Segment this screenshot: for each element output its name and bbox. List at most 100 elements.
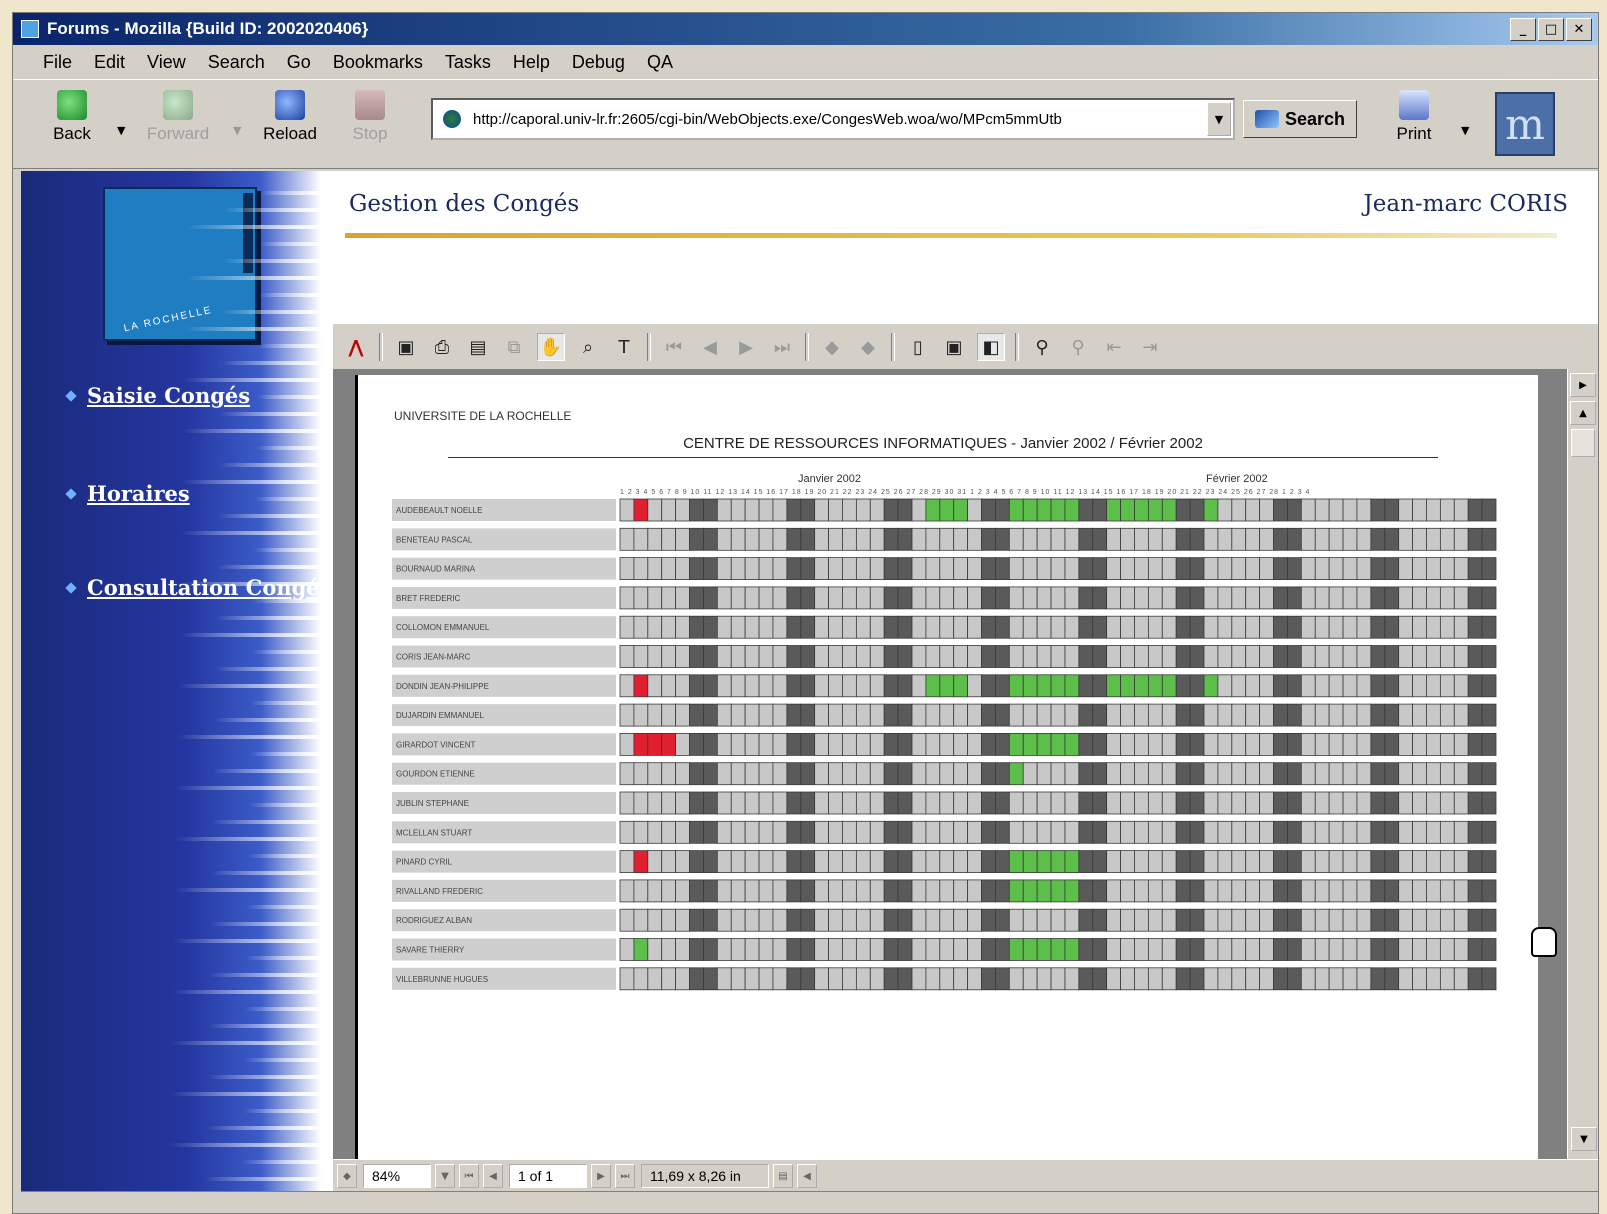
calendar-day-cell (1314, 908, 1330, 932)
zoom-out-icon[interactable]: ◆ (337, 1164, 357, 1188)
page-number-field[interactable]: 1 of 1 (509, 1164, 587, 1188)
stop-button[interactable]: Stop (335, 90, 405, 144)
calendar-day-cell (689, 850, 704, 874)
calendar-day-cell (800, 938, 816, 961)
back-history-dropdown[interactable]: ▼ (117, 124, 125, 137)
calendar-day-cell (1022, 967, 1038, 991)
back-button[interactable]: Back (37, 90, 107, 144)
calendar-day-cell (703, 527, 718, 551)
scrollbar-thumb[interactable] (1571, 429, 1595, 457)
search-index-icon[interactable]: ⚲ (1065, 334, 1091, 360)
calendar-day-cell (758, 703, 774, 727)
save-icon[interactable]: ▣ (393, 334, 419, 360)
maximize-button[interactable]: □ (1538, 18, 1564, 41)
status-last-page-icon[interactable]: ⏭ (615, 1164, 635, 1188)
status-next-page-icon[interactable]: ▶ (591, 1164, 611, 1188)
print-dropdown[interactable]: ▼ (1461, 124, 1469, 137)
calendar-day-cell (1370, 820, 1386, 844)
menu-search[interactable]: Search (208, 52, 265, 73)
scroll-down-arrow-icon[interactable]: ▼ (1571, 1127, 1597, 1151)
fit-in-window-icon[interactable]: ▣ (941, 334, 967, 360)
status-previous-page-icon[interactable]: ◀ (483, 1164, 503, 1188)
calendar-day-cell (1120, 557, 1135, 581)
find-icon[interactable]: ⚲ (1029, 334, 1055, 360)
menu-debug[interactable]: Debug (572, 52, 625, 73)
previous-page-icon[interactable]: ◀ (697, 334, 723, 360)
calendar-day-cell (1036, 527, 1052, 551)
forward-button[interactable]: Forward (143, 90, 213, 144)
url-input[interactable] (471, 109, 1195, 129)
menu-edit[interactable]: Edit (94, 52, 125, 73)
show-navigation-pane-icon[interactable]: ▤ (465, 334, 491, 360)
web-link-icon[interactable]: ⇤ (1101, 334, 1127, 360)
web-capture-icon[interactable]: ⇥ (1137, 334, 1163, 360)
calendar-day-cell (1064, 791, 1080, 815)
url-bar[interactable] (431, 98, 1235, 140)
calendar-day-cell (1217, 527, 1233, 551)
calendar-day-cell (1453, 732, 1469, 756)
zoom-dropdown-icon[interactable]: ▼ (435, 1164, 455, 1188)
calendar-day-cell (1300, 557, 1316, 581)
calendar-day-cell (1120, 615, 1135, 639)
first-page-icon[interactable]: ⏮ (661, 334, 687, 360)
scroll-left-icon[interactable]: ◀ (797, 1164, 817, 1188)
calendar-day-cell (981, 674, 996, 698)
go-forward-icon[interactable]: ◆ (855, 334, 881, 360)
next-page-arrow-icon[interactable]: ▶ (1570, 373, 1596, 397)
menu-file[interactable]: File (43, 52, 72, 73)
employee-name: MCLELLAN STUART (396, 828, 472, 837)
calendar-day-cell (1328, 586, 1344, 610)
calendar-day-cell (1078, 879, 1094, 903)
status-first-page-icon[interactable]: ⏮ (459, 1164, 479, 1188)
hand-tool-icon[interactable]: ✋ (537, 333, 565, 361)
text-select-tool-icon[interactable]: T (611, 334, 637, 360)
employee-name: BENETEAU PASCAL (396, 535, 473, 544)
employee-name: BRET FREDERIC (396, 594, 461, 603)
menu-help[interactable]: Help (513, 52, 550, 73)
calendar-day-cell (689, 820, 704, 844)
calendar-day-cell (995, 732, 1010, 756)
print-icon[interactable]: ⎙ (429, 334, 455, 360)
page-layout-icon[interactable]: ▤ (773, 1164, 793, 1188)
calendar-day-cell (953, 674, 969, 698)
next-page-icon[interactable]: ▶ (733, 334, 759, 360)
url-history-dropdown[interactable]: ▼ (1207, 102, 1231, 136)
calendar-day-cell (1467, 938, 1483, 961)
calendar-day-cell (1453, 938, 1469, 961)
actual-size-icon[interactable]: ▯ (905, 334, 931, 360)
calendar-day-cell (1356, 557, 1372, 581)
menu-go[interactable]: Go (287, 52, 311, 73)
calendar-day-cell (647, 908, 663, 932)
go-back-icon[interactable]: ◆ (819, 334, 845, 360)
zoom-tool-icon[interactable]: ⌕ (575, 334, 601, 360)
calendar-day-cell (1300, 938, 1316, 961)
minimize-button[interactable]: _ (1510, 18, 1536, 41)
calendar-day-cell (758, 645, 774, 668)
forward-history-dropdown[interactable]: ▼ (233, 124, 241, 137)
print-button[interactable]: Print (1379, 90, 1449, 144)
zoom-field[interactable]: 84% (363, 1164, 431, 1188)
last-page-icon[interactable]: ⏭ (769, 334, 795, 360)
calendar-day-cell (1412, 732, 1427, 756)
scroll-up-arrow-icon[interactable]: ▲ (1570, 401, 1596, 425)
copy-icon[interactable]: ⧉ (501, 334, 527, 360)
nav-link-horaires[interactable]: Horaires (65, 481, 190, 506)
calendar-day-cell (953, 850, 969, 874)
menu-view[interactable]: View (147, 52, 186, 73)
calendar-day-cell (1259, 645, 1274, 668)
search-button[interactable]: Search (1243, 100, 1357, 138)
nav-link-saisie-conges[interactable]: Saisie Congés (65, 383, 250, 408)
menu-qa[interactable]: QA (647, 52, 673, 73)
acrobat-icon[interactable]: ⋀ (343, 334, 369, 360)
close-button[interactable]: ✕ (1566, 18, 1592, 41)
fit-width-icon[interactable]: ◧ (977, 333, 1005, 361)
menu-tasks[interactable]: Tasks (445, 52, 491, 73)
nav-link-consultation-conges[interactable]: Consultation Congés (65, 575, 321, 600)
calendar-day-cell (1050, 703, 1066, 727)
reload-button[interactable]: Reload (255, 90, 325, 144)
calendar-day-cell (1467, 791, 1483, 815)
calendar-day-cell (675, 850, 690, 874)
vertical-scrollbar[interactable]: ▶ ▲ ▼ (1567, 369, 1598, 1159)
menu-bookmarks[interactable]: Bookmarks (333, 52, 423, 73)
calendar-day-cell (619, 498, 635, 522)
